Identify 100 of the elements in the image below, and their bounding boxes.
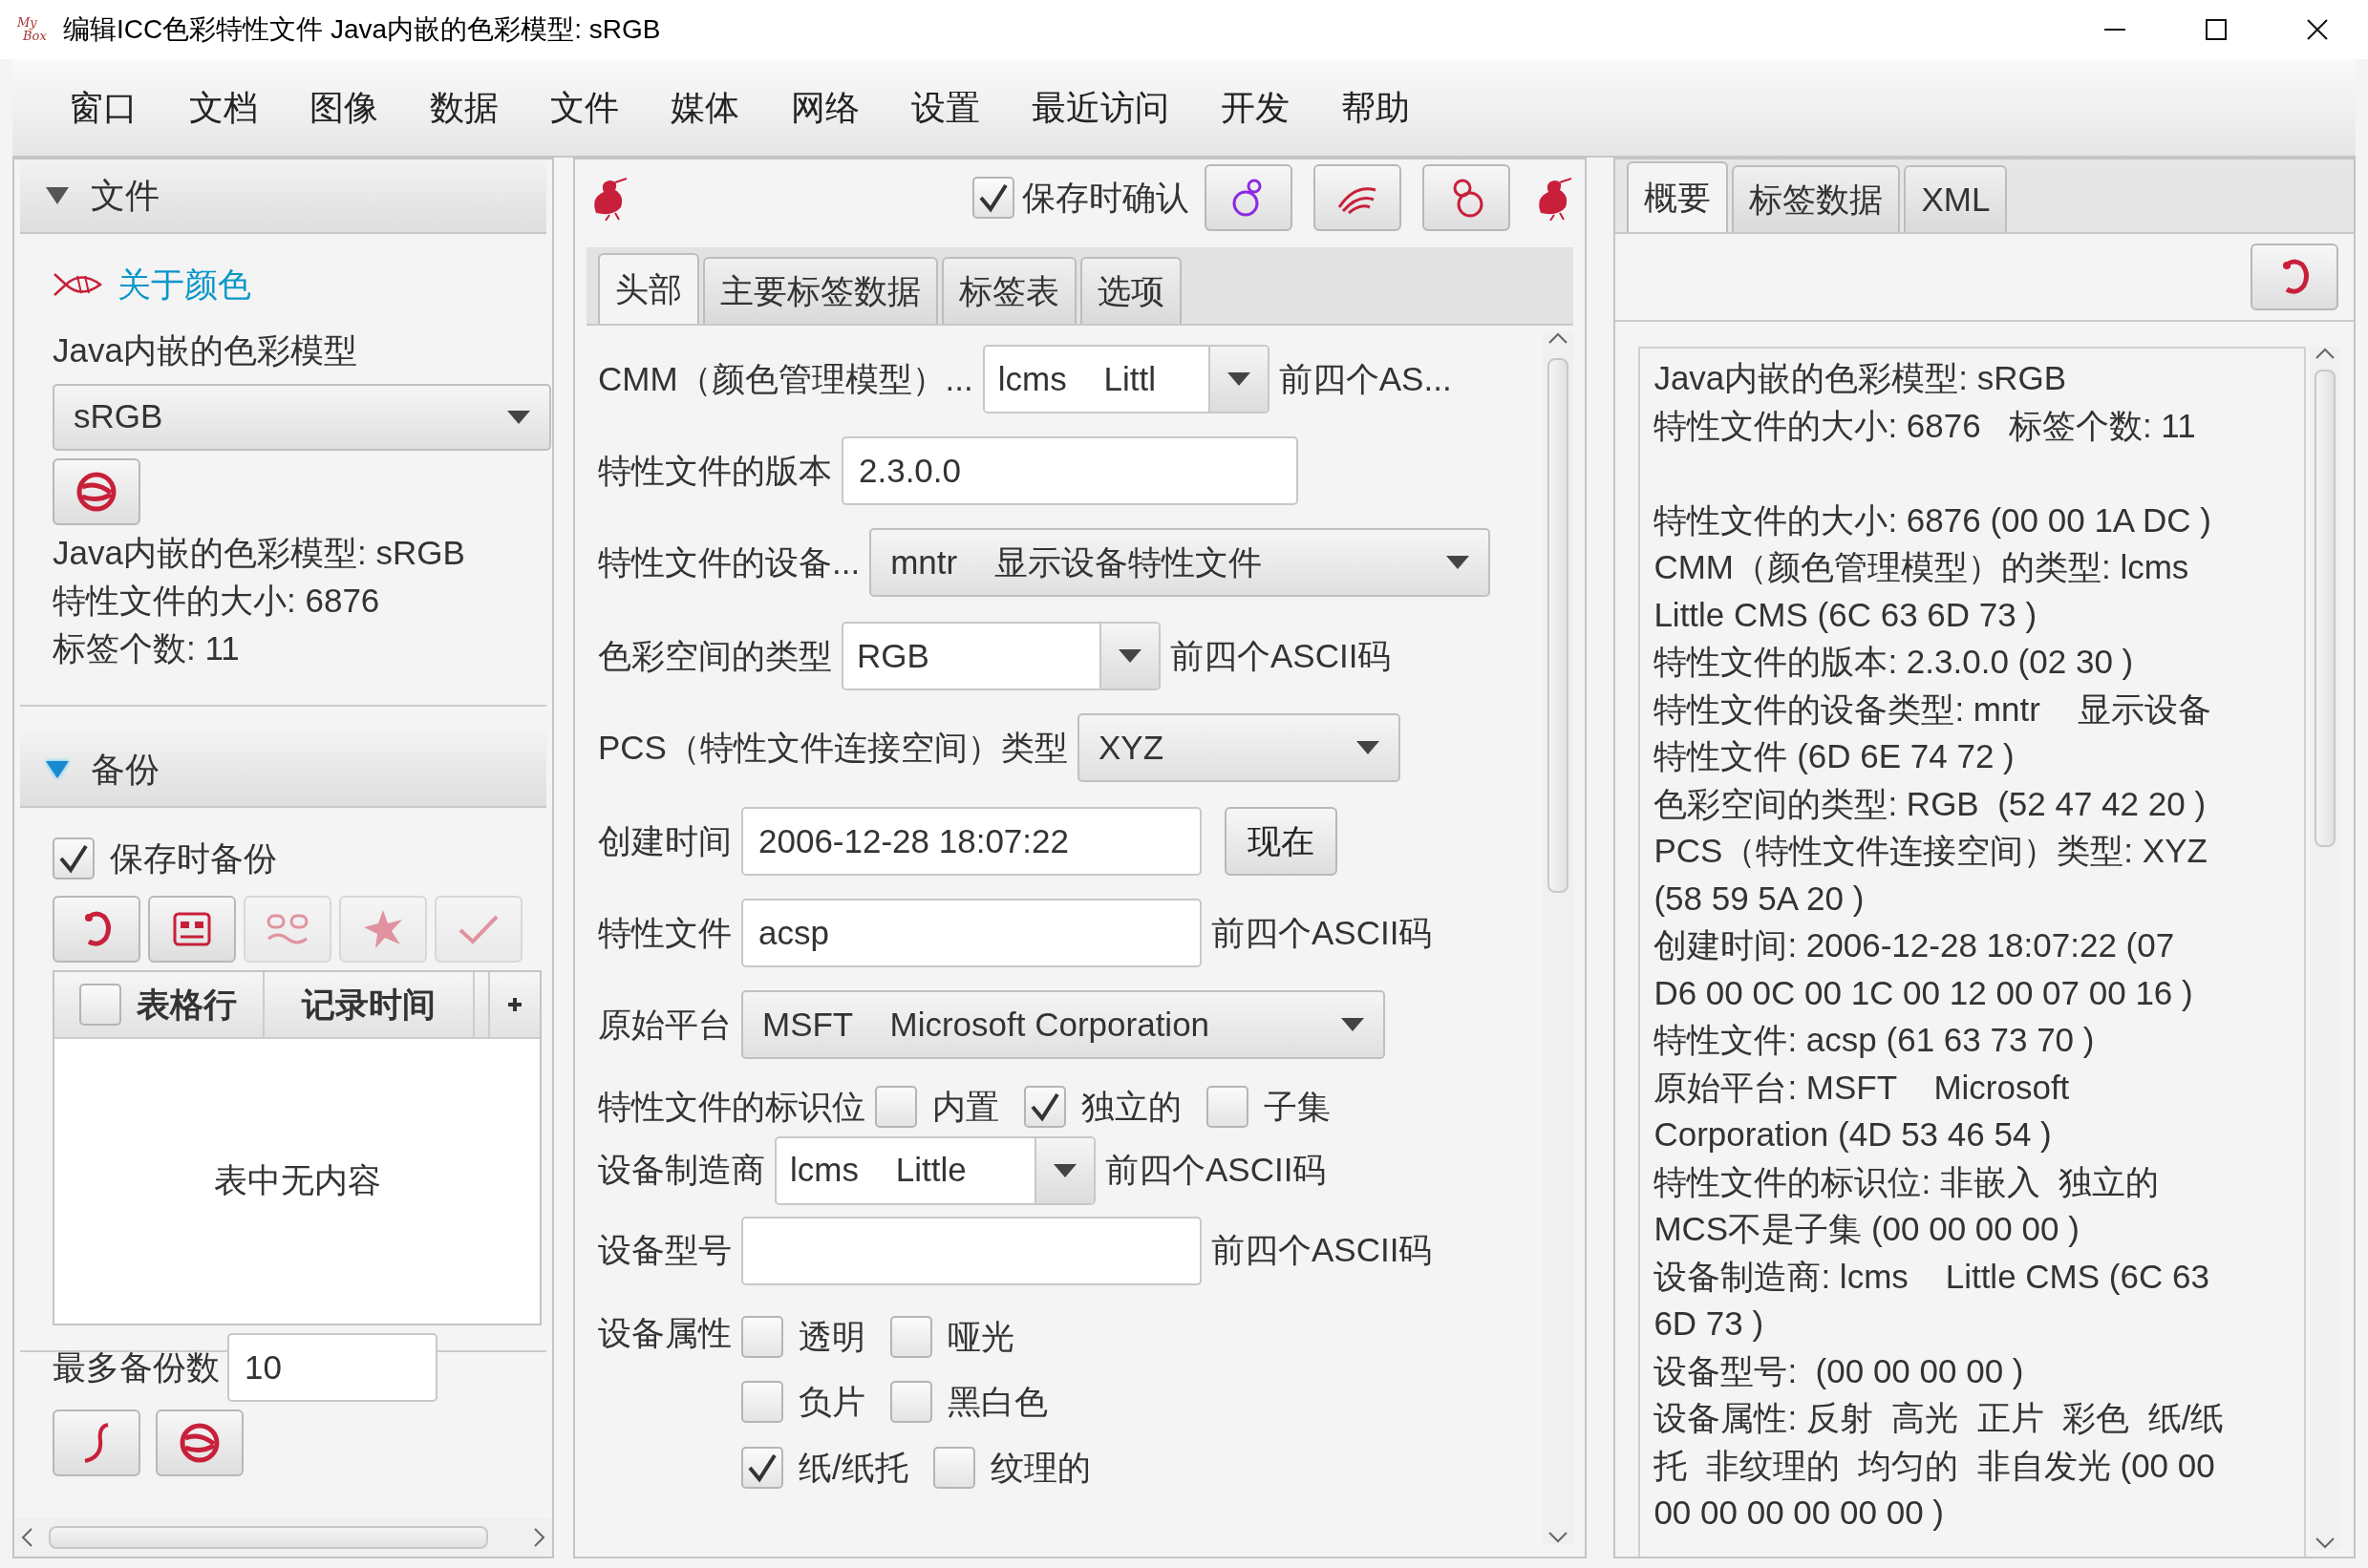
checkbox[interactable] <box>741 1315 783 1358</box>
tab[interactable]: 概要 <box>1627 161 1729 232</box>
refresh-button[interactable] <box>2251 244 2338 310</box>
summary-line: 00 00 00 00 00 00 ) <box>1653 1493 1945 1533</box>
select-field[interactable]: XYZ <box>1077 713 1400 782</box>
field-label: 特性文件的设备... <box>598 541 861 583</box>
now-button[interactable]: 现在 <box>1225 807 1337 876</box>
scroll-down-icon[interactable] <box>2315 1536 2336 1550</box>
menu-item[interactable]: 文档 <box>163 81 284 134</box>
tab[interactable]: 头部 <box>598 253 699 324</box>
hint-text: 前四个ASCII码 <box>1170 635 1392 676</box>
swirl-button[interactable] <box>53 457 140 525</box>
checkbox[interactable] <box>741 1381 783 1424</box>
add-column-icon[interactable] <box>507 997 523 1012</box>
scroll-left-icon[interactable] <box>20 1527 33 1548</box>
icon-button[interactable] <box>1422 164 1511 231</box>
scroll-right-icon[interactable] <box>533 1527 546 1548</box>
checkbox-label: 内置 <box>932 1087 999 1127</box>
menu-item[interactable]: 窗口 <box>43 81 163 134</box>
checkbox-label: 独立的 <box>1081 1087 1182 1127</box>
section-title: 文件 <box>91 175 160 217</box>
maximize-icon[interactable] <box>2206 19 2227 40</box>
scroll-down-icon[interactable] <box>1547 1531 1569 1544</box>
checkbox-label: 哑光 <box>948 1316 1014 1357</box>
field-label: PCS（特性文件连接空间）类型 <box>598 727 1068 768</box>
icon-button[interactable] <box>156 1409 244 1476</box>
column-header[interactable]: 记录时间 <box>265 972 475 1037</box>
menu-item[interactable]: 设置 <box>885 81 1006 134</box>
tab[interactable]: XML <box>1904 165 2008 232</box>
checkbox-label: 负片 <box>799 1382 865 1422</box>
menu-item[interactable]: 图像 <box>284 81 404 134</box>
pattern-icon <box>265 912 310 946</box>
icon-button[interactable] <box>1205 164 1293 231</box>
expand-icon[interactable] <box>45 759 70 780</box>
checkbox[interactable] <box>53 837 95 879</box>
icon-button[interactable] <box>148 896 236 963</box>
field-label: 原始平台 <box>598 1004 732 1045</box>
menu-item[interactable]: 数据 <box>404 81 524 134</box>
menu-item[interactable]: 最近访问 <box>1006 81 1195 134</box>
icon-button[interactable] <box>1313 164 1402 231</box>
checkbox-label: 透明 <box>799 1316 865 1357</box>
checkbox[interactable] <box>972 177 1015 219</box>
checkbox-label: 保存时备份 <box>110 837 277 879</box>
checkbox[interactable] <box>932 1446 975 1489</box>
checkbox[interactable] <box>875 1086 917 1129</box>
expand-icon[interactable] <box>45 185 70 206</box>
dropdown-button[interactable] <box>1035 1137 1094 1203</box>
text-field[interactable]: acsp <box>741 899 1202 967</box>
select-field[interactable]: mntr 显示设备特性文件 <box>869 528 1491 597</box>
scrollbar-thumb[interactable] <box>49 1526 488 1549</box>
vertical-scrollbar[interactable] <box>1543 331 1574 1544</box>
combo-field[interactable]: lcms Littl <box>982 345 1269 413</box>
checkbox[interactable] <box>890 1315 932 1358</box>
icon-button[interactable] <box>53 896 140 963</box>
combo-field[interactable]: RGB <box>842 622 1161 690</box>
text-field[interactable] <box>741 1216 1202 1285</box>
vertical-scrollbar[interactable] <box>2310 347 2340 1550</box>
minimize-icon[interactable] <box>2104 28 2125 32</box>
field-label: 最多备份数 <box>53 1346 220 1388</box>
color-model-select[interactable]: sRGB <box>53 383 551 451</box>
checkbox[interactable] <box>1024 1086 1066 1129</box>
caret-icon <box>507 410 530 424</box>
text-field[interactable]: 2006-12-28 18:07:22 <box>741 807 1202 876</box>
menu-item[interactable]: 开发 <box>1195 81 1315 134</box>
close-icon[interactable] <box>2307 19 2328 40</box>
check-icon <box>458 913 500 945</box>
tab[interactable]: 选项 <box>1080 257 1182 324</box>
menu-item[interactable]: 媒体 <box>645 81 765 134</box>
summary-line: CMM（颜色管理模型）的类型: lcms <box>1653 547 2190 587</box>
checkbox[interactable] <box>79 984 121 1026</box>
checkbox-label: 黑白色 <box>948 1382 1048 1422</box>
checkbox[interactable] <box>890 1381 932 1424</box>
scrollbar-thumb[interactable] <box>2315 370 2336 847</box>
logo-text: Box <box>23 30 48 43</box>
icon-button[interactable] <box>53 1409 140 1476</box>
text-field[interactable]: 2.3.0.0 <box>842 436 1298 505</box>
column-header[interactable]: 表格行 <box>54 972 265 1037</box>
tab[interactable]: 标签数据 <box>1732 165 1901 232</box>
caret-icon <box>1054 1163 1077 1177</box>
select-field[interactable]: MSFT Microsoft Corporation <box>741 990 1385 1059</box>
combo-field[interactable]: lcms Little <box>775 1135 1096 1205</box>
tab[interactable]: 主要标签数据 <box>703 257 938 324</box>
scroll-up-icon[interactable] <box>2315 347 2336 360</box>
field-label: 特性文件的版本 <box>598 450 832 491</box>
dropdown-button[interactable] <box>1099 624 1159 689</box>
scroll-up-icon[interactable] <box>1547 331 1569 345</box>
max-backups-field[interactable]: 10 <box>227 1333 437 1402</box>
menu-item[interactable]: 网络 <box>765 81 885 134</box>
field-label: 创建时间 <box>598 820 732 861</box>
menu-item[interactable]: 文件 <box>524 81 645 134</box>
tab[interactable]: 标签表 <box>942 257 1077 324</box>
dropdown-button[interactable] <box>1207 347 1268 412</box>
empty-table-message: 表中无内容 <box>213 1159 381 1200</box>
summary-text-area[interactable] <box>1638 347 2306 1557</box>
checkbox[interactable] <box>1206 1086 1248 1129</box>
hint-text: 前四个ASCII码 <box>1211 912 1433 953</box>
field-label: 特性文件 <box>598 912 732 953</box>
scrollbar-thumb[interactable] <box>1547 358 1569 893</box>
menu-item[interactable]: 帮助 <box>1315 81 1436 134</box>
checkbox[interactable] <box>741 1446 783 1489</box>
